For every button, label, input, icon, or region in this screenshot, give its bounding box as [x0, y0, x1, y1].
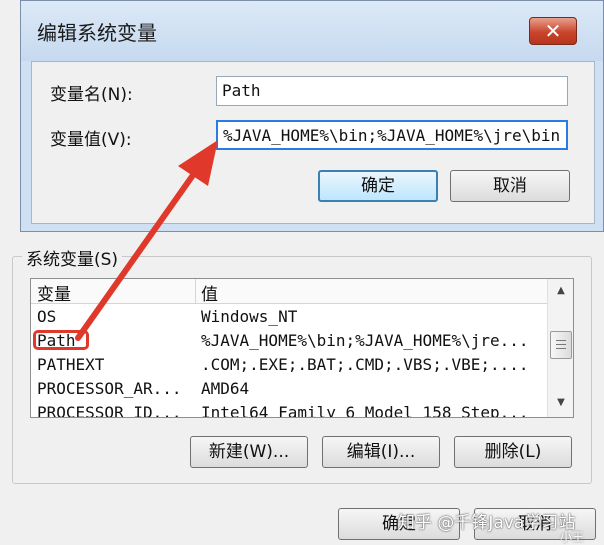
chevron-up-icon[interactable]: ▲: [548, 281, 573, 301]
edit-variable-dialog: 编辑系统变量 ✕ 变量名(N): Path 变量值(V): %JAVA_HOME…: [20, 0, 604, 232]
table-row[interactable]: PROCESSOR_AR... AMD64: [31, 377, 547, 401]
close-button[interactable]: ✕: [529, 17, 577, 45]
variable-value-input[interactable]: %JAVA_HOME%\bin;%JAVA_HOME%\jre\bin: [216, 120, 568, 150]
dialog-title: 编辑系统变量: [37, 21, 157, 45]
table-row-path[interactable]: Path %JAVA_HOME%\bin;%JAVA_HOME%\jre...: [31, 329, 547, 353]
watermark-text: 知乎 @千锋Java学习站: [398, 513, 576, 533]
scroll-thumb[interactable]: [550, 331, 572, 359]
row-value: AMD64: [201, 379, 250, 398]
table-row[interactable]: OS Windows_NT: [31, 305, 547, 329]
row-value: Windows_NT: [201, 307, 298, 326]
delete-variable-button[interactable]: 删除(L): [454, 436, 572, 468]
row-value: .COM;.EXE;.BAT;.CMD;.VBS;.VBE;....: [201, 355, 529, 374]
watermark-subtext: 小王: [560, 530, 585, 544]
variable-value-label: 变量值(V):: [50, 130, 132, 150]
cancel-button[interactable]: 取消: [450, 170, 570, 202]
list-header: 变量 值: [31, 279, 547, 305]
row-name: PATHEXT: [37, 355, 105, 374]
table-row[interactable]: PATHEXT .COM;.EXE;.BAT;.CMD;.VBS;.VBE;..…: [31, 353, 547, 377]
edit-variable-button[interactable]: 编辑(I)...: [322, 436, 440, 468]
variable-name-label: 变量名(N):: [50, 85, 133, 105]
row-value: Intel64 Family 6 Model 158 Step...: [201, 403, 529, 418]
row-name: OS: [37, 307, 57, 326]
system-variables-list[interactable]: 变量 值 OS Windows_NT Path %JAVA_HOME%\bin;…: [30, 278, 574, 418]
new-variable-button[interactable]: 新建(W)...: [190, 436, 308, 468]
vertical-scrollbar[interactable]: ▲ ▼: [547, 279, 573, 417]
column-header-value[interactable]: 值: [201, 280, 218, 305]
column-separator[interactable]: [195, 279, 196, 303]
ok-button[interactable]: 确定: [318, 170, 438, 202]
dialog-titlebar: 编辑系统变量 ✕: [21, 1, 603, 61]
system-variables-legend: 系统变量(S): [22, 245, 123, 270]
row-value: %JAVA_HOME%\bin;%JAVA_HOME%\jre...: [201, 331, 529, 350]
row-name: Path: [37, 331, 76, 350]
chevron-down-icon[interactable]: ▼: [548, 393, 573, 413]
close-icon: ✕: [544, 19, 562, 43]
table-row[interactable]: PROCESSOR_ID... Intel64 Family 6 Model 1…: [31, 401, 547, 418]
row-name: PROCESSOR_ID...: [37, 403, 182, 418]
row-name: PROCESSOR_AR...: [37, 379, 182, 398]
dialog-body: 变量名(N): Path 变量值(V): %JAVA_HOME%\bin;%JA…: [31, 61, 595, 224]
column-header-variable[interactable]: 变量: [37, 280, 71, 305]
variable-name-input[interactable]: Path: [216, 76, 568, 106]
